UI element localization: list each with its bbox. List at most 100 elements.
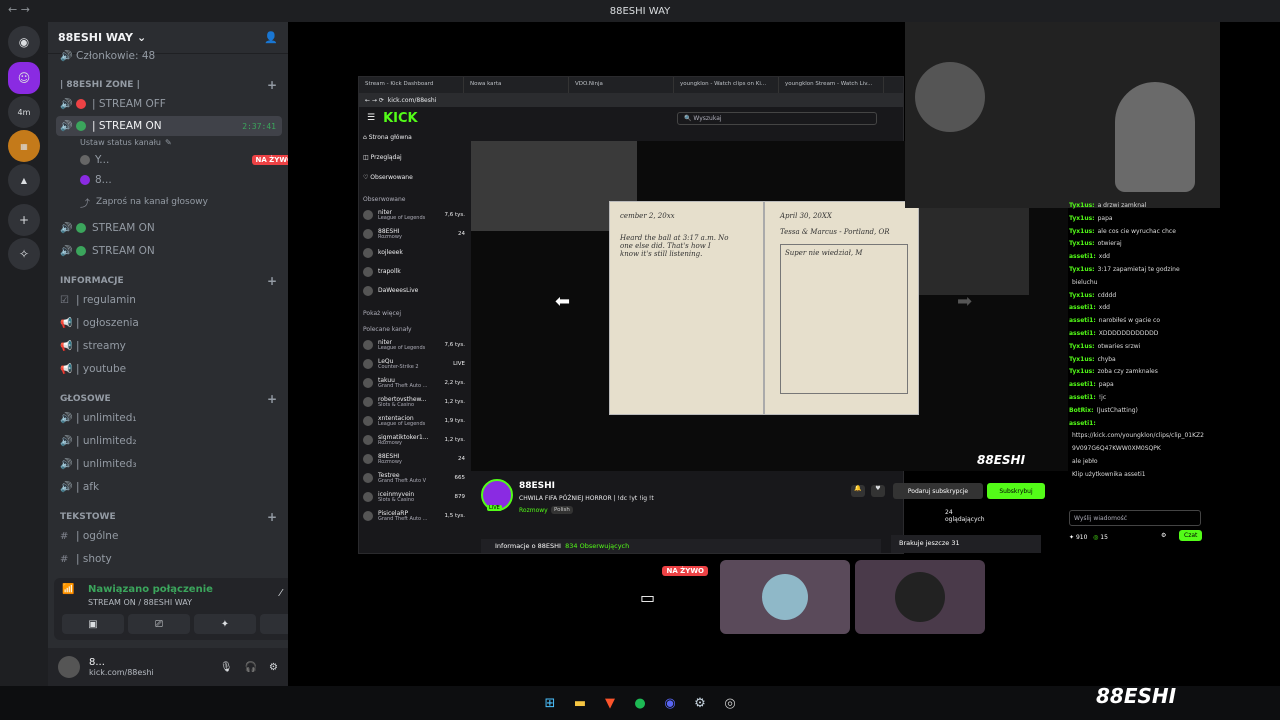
avatar[interactable] <box>58 656 80 678</box>
channel-regulamin[interactable]: ☑ | regulamin <box>56 290 282 310</box>
nav-arrows-icon[interactable]: ← → <box>8 3 30 16</box>
discord-icon[interactable]: ◉ <box>661 694 679 712</box>
file-explorer-icon[interactable]: ▬ <box>571 694 589 712</box>
browser-tab[interactable]: youngklon - Watch clips on Ki... <box>674 77 779 93</box>
chat-settings-icon[interactable]: ⚙ <box>1161 532 1166 539</box>
voice-user[interactable]: 8... <box>76 170 302 190</box>
channel-row[interactable]: niter League of Legends 7,6 tys. <box>363 207 465 223</box>
server-icon[interactable]: ▲ <box>8 164 40 196</box>
spotify-icon[interactable]: ● <box>631 694 649 712</box>
chat-user[interactable]: asseti1: <box>1069 317 1096 324</box>
stream-category[interactable]: Rozmowy <box>519 507 548 514</box>
explore-icon[interactable]: ✧ <box>8 238 40 270</box>
voice-user[interactable]: Y... NA ŻYWO <box>76 150 302 170</box>
channel-streamy[interactable]: 📢 | streamy <box>56 336 282 356</box>
add-server-icon[interactable]: + <box>8 204 40 236</box>
chat-user[interactable]: Tyx1us: <box>1069 240 1095 247</box>
channel-youtube[interactable]: 📢 | youtube <box>56 359 282 379</box>
noise-suppression-icon[interactable]: ⁄ <box>280 588 282 599</box>
participant-tile[interactable] <box>855 560 985 634</box>
obs-icon[interactable]: ◎ <box>721 694 739 712</box>
server-icon[interactable]: 4m <box>8 96 40 128</box>
brave-icon[interactable]: ▼ <box>601 694 619 712</box>
chat-user[interactable]: Tyx1us: <box>1069 215 1095 222</box>
channel-row[interactable]: PisicelaRP Grand Theft Auto ... 1,5 tys. <box>363 508 465 524</box>
chat-user[interactable]: Tyx1us: <box>1069 368 1095 375</box>
subscribe-button[interactable]: Subskrybuj <box>987 483 1045 499</box>
channel-row[interactable]: iceinmyvein Slots & Casino 879 <box>363 489 465 505</box>
heart-icon[interactable]: ♥ <box>871 485 885 497</box>
participant-tile[interactable] <box>720 560 850 634</box>
steam-icon[interactable]: ⚙ <box>691 694 709 712</box>
server-folder-icon[interactable]: ▦ <box>8 130 40 162</box>
arrow-right-icon[interactable]: ➡ <box>957 291 972 312</box>
chat-user[interactable]: Tyx1us: <box>1069 228 1095 235</box>
screen-share-button[interactable]: ⎚ <box>128 614 190 634</box>
points-display[interactable]: ✦ 910 ◎ 15 <box>1069 534 1108 541</box>
channel-row[interactable]: Testree Grand Theft Auto V 665 <box>363 470 465 486</box>
chat-user[interactable]: asseti1: <box>1069 253 1096 260</box>
chat-user[interactable]: Tyx1us: <box>1069 266 1095 273</box>
stream-tag[interactable]: Polish <box>551 506 573 514</box>
show-more[interactable]: Pokaż więcej <box>363 305 465 321</box>
menu-icon[interactable]: ☰ <box>367 113 375 123</box>
channel-unlimited3[interactable]: 🔊 | unlimited₃ <box>56 454 282 474</box>
activities-button[interactable]: ✦ <box>194 614 256 634</box>
settings-icon[interactable]: ⚙ <box>269 662 278 673</box>
channel-shoty[interactable]: # | shoty <box>56 549 282 569</box>
gift-sub-button[interactable]: Podaruj subskrypcje <box>893 483 983 499</box>
chat-user[interactable]: Tyx1us: <box>1069 292 1095 299</box>
chat-user[interactable]: asseti1: <box>1069 330 1096 337</box>
chat-user[interactable]: Tyx1us: <box>1069 356 1095 363</box>
add-channel-icon[interactable]: + <box>267 78 277 92</box>
chat-input[interactable]: Wyślij wiadomość <box>1069 510 1201 526</box>
channel-name[interactable]: 88ESHI <box>519 481 555 491</box>
channel-stream-off[interactable]: 🔊 | STREAM OFF <box>56 94 282 114</box>
channel-row[interactable]: LeQu Counter-Strike 2 LIVE <box>363 356 465 372</box>
channel-ogloszenia[interactable]: 📢 | ogłoszenia <box>56 313 282 333</box>
browser-tab[interactable]: VDO.Ninja <box>569 77 674 93</box>
channel-unlimited1[interactable]: 🔊 | unlimited₁ <box>56 408 282 428</box>
bell-icon[interactable]: 🔔 <box>851 485 865 497</box>
chat-user[interactable]: Tyx1us: <box>1069 343 1095 350</box>
nav-browse[interactable]: ◫ Przeglądaj <box>363 149 465 165</box>
channel-row[interactable]: DaWeeesLive <box>363 283 465 299</box>
nav-home[interactable]: ⌂ Strona główna <box>363 129 465 145</box>
server-icon-active[interactable]: ☺ <box>8 62 40 94</box>
add-channel-icon[interactable]: + <box>267 392 277 406</box>
headphones-icon[interactable]: 🎧 <box>245 662 257 673</box>
screenshare-tile[interactable]: ▭ NA ŻYWO <box>584 560 714 634</box>
channel-row[interactable]: kojleeek <box>363 245 465 261</box>
send-button[interactable]: Czat <box>1179 530 1203 541</box>
add-channel-icon[interactable]: + <box>267 510 277 524</box>
channel-unlimited2[interactable]: 🔊 | unlimited₂ <box>56 431 282 451</box>
channel-row[interactable]: niter League of Legends 7,6 tys. <box>363 337 465 353</box>
start-icon[interactable]: ⊞ <box>541 694 559 712</box>
nav-following[interactable]: ♡ Obserwowane <box>363 169 465 185</box>
channel-ogolne[interactable]: # | ogólne <box>56 526 282 546</box>
channel-row[interactable]: trapollk <box>363 264 465 280</box>
invite-icon[interactable]: 👤 <box>264 31 278 44</box>
channel-afk[interactable]: 🔊 | afk <box>56 477 282 497</box>
add-channel-icon[interactable]: + <box>267 274 277 288</box>
channel-row[interactable]: robertovsthew... Slots & Casino 1,2 tys. <box>363 394 465 410</box>
discord-home-icon[interactable]: ◉ <box>8 26 40 58</box>
mic-icon[interactable]: 🎙 <box>220 662 233 673</box>
channel-row[interactable]: sigmatiktoker1... Rozmowy 1,2 tys. <box>363 432 465 448</box>
channel-row[interactable]: 88ESHI Rozmowy 24 <box>363 451 465 467</box>
chat-user[interactable]: BotRix: <box>1069 407 1094 414</box>
browser-tab[interactable]: Nowa karta <box>464 77 569 93</box>
chat-user[interactable]: asseti1: <box>1069 381 1096 388</box>
status-hint[interactable]: Ustaw status kanału ✎ <box>76 132 302 152</box>
channel-stream-on-2[interactable]: 🔊 STREAM ON <box>56 218 282 238</box>
category-zone[interactable]: | 88ESHI ZONE | + <box>60 78 277 92</box>
search-input[interactable]: 🔍 Wyszukaj <box>677 111 877 125</box>
channel-row[interactable]: 88ESHI Rozmowy 24 <box>363 226 465 242</box>
invite-voice[interactable]: ⤴Zaproś na kanał głosowy› <box>76 192 302 212</box>
channel-stream-on-3[interactable]: 🔊 STREAM ON <box>56 241 282 261</box>
arrow-left-icon[interactable]: ⬅ <box>555 291 570 312</box>
chat-user[interactable]: asseti1: <box>1069 394 1096 401</box>
browser-tab[interactable]: youngklon Stream - Watch Liv... <box>779 77 884 93</box>
chat-user[interactable]: Tyx1us: <box>1069 202 1095 209</box>
chat-user[interactable]: asseti1: <box>1069 304 1096 311</box>
